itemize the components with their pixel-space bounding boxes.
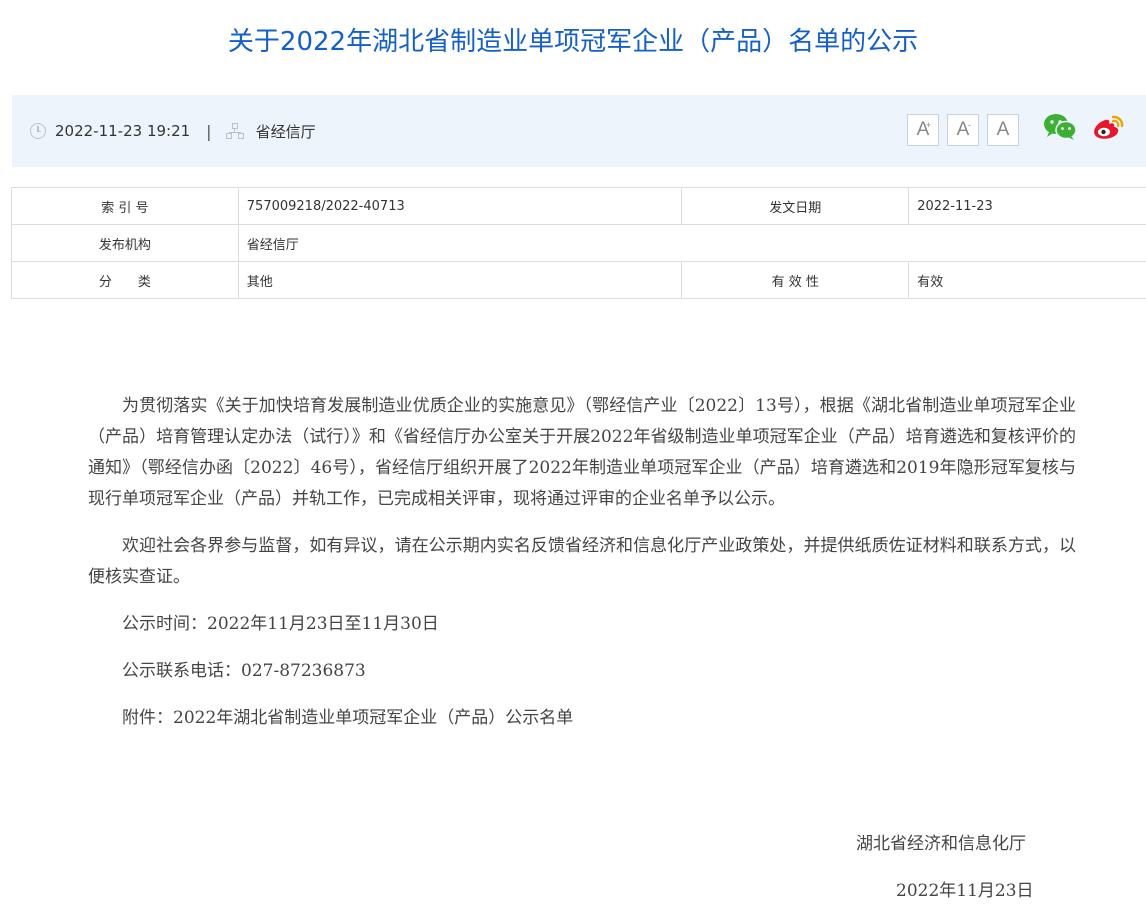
date-label: 发文日期 (681, 187, 910, 225)
category-value: 其他 (237, 261, 683, 299)
organization-icon (225, 123, 244, 139)
font-smaller-button[interactable]: A- (947, 114, 979, 146)
index-label: 索 引 号 (11, 187, 239, 225)
validity-label: 有 效 性 (681, 261, 910, 299)
weibo-icon[interactable] (1091, 113, 1125, 141)
article-body: 为贯彻落实《关于加快培育发展制造业优质企业的实施意见》（鄂经信产业〔2022〕1… (88, 391, 1076, 750)
index-value: 757009218/2022-40713 (237, 187, 683, 225)
table-row: 索 引 号 757009218/2022-40713 发文日期 2022-11-… (11, 187, 1146, 225)
validity-value: 有效 (908, 261, 1146, 299)
wechat-icon[interactable] (1043, 113, 1077, 141)
signature-org: 湖北省经济和信息化厅 (856, 834, 1026, 854)
font-larger-button[interactable]: A + (907, 114, 939, 146)
signature-date: 2022年11月23日 (896, 881, 1034, 901)
share-buttons (1043, 113, 1125, 141)
document-info-table: 索 引 号 757009218/2022-40713 发文日期 2022-11-… (11, 187, 1146, 299)
org-value: 省经信厅 (237, 224, 1146, 262)
category-label: 分 类 (11, 261, 239, 299)
body-paragraph: 为贯彻落实《关于加快培育发展制造业优质企业的实施意见》（鄂经信产业〔2022〕1… (88, 396, 1076, 509)
table-row: 发布机构 省经信厅 (11, 224, 1146, 262)
clock-icon (30, 123, 46, 139)
contact-phone: 公示联系电话：027-87236873 (122, 661, 366, 681)
table-row: 分 类 其他 有 效 性 有效 (11, 261, 1146, 299)
body-paragraph: 欢迎社会各界参与监督，如有异议，请在公示期内实名反馈省经济和信息化厅产业政策处，… (88, 536, 1076, 587)
font-reset-button[interactable]: A (987, 114, 1019, 146)
font-size-controls: A + A- A (907, 114, 1019, 146)
meta-info: 2022-11-23 19:21 | 省经信厅 (30, 95, 316, 167)
publish-datetime: 2022-11-23 19:21 (55, 122, 191, 140)
org-label: 发布机构 (11, 224, 239, 262)
notice-period: 公示时间：2022年11月23日至11月30日 (122, 614, 439, 634)
publisher-name: 省经信厅 (255, 122, 316, 141)
meta-bar: 2022-11-23 19:21 | 省经信厅 A + A- A (12, 95, 1146, 167)
meta-separator: | (206, 121, 212, 141)
attachment-link[interactable]: 附件：2022年湖北省制造业单项冠军企业（产品）公示名单 (88, 703, 1076, 734)
date-value: 2022-11-23 (908, 187, 1146, 225)
page-title: 关于2022年湖北省制造业单项冠军企业（产品）名单的公示 (227, 27, 919, 57)
